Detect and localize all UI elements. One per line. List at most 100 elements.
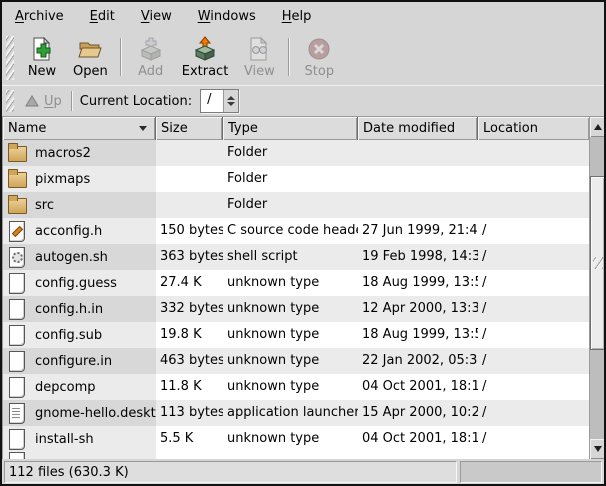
file-size: 11.8 K <box>156 374 223 400</box>
file-name: acconfig.h <box>35 224 102 239</box>
file-size: 19.8 K <box>156 322 223 348</box>
new-archive-icon <box>29 36 55 62</box>
combo-up-arrow-icon <box>227 96 235 100</box>
table-row[interactable]: config.guess 27.4 K unknown type 18 Aug … <box>3 270 589 296</box>
file-date-modified <box>358 192 478 218</box>
table-row[interactable]: configure.in 463 bytes unknown type 22 J… <box>3 348 589 374</box>
scroll-down-button[interactable] <box>590 439 605 459</box>
toolbar: New Open Add <box>2 30 604 86</box>
view-button: View <box>235 33 283 81</box>
file-size <box>156 166 223 192</box>
location-bar-drag-handle[interactable] <box>6 90 14 112</box>
table-row[interactable]: acconfig.h 150 bytes C source code heade… <box>3 218 589 244</box>
file-size: 5.5 K <box>156 426 223 452</box>
file-type: application launcher <box>223 400 358 426</box>
menu-edit[interactable]: Edit <box>81 5 124 28</box>
file-location: / <box>478 270 589 296</box>
view-file-icon <box>246 36 272 62</box>
file-type: Folder <box>223 192 358 218</box>
up-button: Up <box>20 92 67 111</box>
file-location: / <box>478 426 589 452</box>
scroll-up-icon <box>594 124 602 130</box>
table-row[interactable]: gnome-hello.desktop 113 bytes applicatio… <box>3 400 589 426</box>
scroll-down-icon <box>594 446 602 452</box>
location-bar-separator <box>71 91 73 111</box>
menu-view[interactable]: View <box>132 5 181 28</box>
file-date-modified <box>358 166 478 192</box>
file-size <box>156 192 223 218</box>
column-header-date-modified[interactable]: Date modified <box>358 117 478 140</box>
table-row[interactable]: config.sub 19.8 K unknown type 18 Aug 19… <box>3 322 589 348</box>
location-combo-entry[interactable]: / <box>201 90 223 112</box>
file-size: 27.4 K <box>156 270 223 296</box>
file-type: C source code header <box>223 218 358 244</box>
toolbar-drag-handle[interactable] <box>6 36 14 80</box>
file-icon <box>7 221 27 241</box>
file-type: unknown type <box>223 374 358 400</box>
extract-button[interactable]: Extract <box>175 33 236 81</box>
file-name: macros2 <box>35 146 91 161</box>
file-type: unknown type <box>223 296 358 322</box>
file-date-modified: 22 Jan 2002, 05:35 <box>358 348 478 374</box>
file-size: 463 bytes <box>156 348 223 374</box>
table-row[interactable]: autogen.sh 363 bytes shell script 19 Feb… <box>3 244 589 270</box>
file-type: unknown type <box>223 270 358 296</box>
table-row[interactable]: src Folder <box>3 192 589 218</box>
file-date-modified: 04 Oct 2001, 18:12 <box>358 374 478 400</box>
column-header-name[interactable]: Name <box>3 117 156 140</box>
table-row[interactable]: install-sh 5.5 K unknown type 04 Oct 200… <box>3 426 589 452</box>
location-bar: Up Current Location: / <box>2 86 604 116</box>
location-combo: / <box>200 89 239 113</box>
file-location: / <box>478 218 589 244</box>
combo-dropdown-button[interactable] <box>223 90 238 112</box>
file-location: / <box>478 400 589 426</box>
add-button: Add <box>127 33 175 81</box>
menu-help[interactable]: Help <box>273 5 321 28</box>
menu-archive[interactable]: Archive <box>6 5 73 28</box>
file-size: 332 bytes <box>156 296 223 322</box>
table-row[interactable]: macros2 Folder <box>3 140 589 166</box>
table-row[interactable]: pixmaps Folder <box>3 166 589 192</box>
file-date-modified: 18 Aug 1999, 13:53 <box>358 270 478 296</box>
menu-windows[interactable]: Windows <box>189 5 265 28</box>
file-name: config.sub <box>35 328 102 343</box>
file-location <box>478 166 589 192</box>
scrollbar-thumb[interactable] <box>590 176 605 350</box>
file-icon <box>7 377 27 397</box>
file-type: unknown type <box>223 426 358 452</box>
file-size: 113 bytes <box>156 400 223 426</box>
file-date-modified: 15 Apr 2000, 10:21 <box>358 400 478 426</box>
table-row[interactable]: depcomp 11.8 K unknown type 04 Oct 2001,… <box>3 374 589 400</box>
menu-bar: Archive Edit View Windows Help <box>2 2 604 30</box>
scrollbar-trough[interactable] <box>590 137 605 439</box>
new-button[interactable]: New <box>18 33 66 81</box>
file-location <box>478 140 589 166</box>
file-date-modified: 18 Aug 1999, 13:53 <box>358 322 478 348</box>
file-name: pixmaps <box>35 172 90 187</box>
open-button[interactable]: Open <box>66 33 115 81</box>
file-date-modified: 04 Oct 2001, 18:12 <box>358 426 478 452</box>
file-name: autogen.sh <box>35 250 108 265</box>
file-icon <box>7 273 27 293</box>
file-date-modified: 27 Jun 1999, 21:49 <box>358 218 478 244</box>
scroll-up-button[interactable] <box>590 117 605 137</box>
file-location: / <box>478 374 589 400</box>
file-rows: macros2 Folder pixmaps Folder <box>3 140 589 459</box>
file-icon <box>7 429 27 449</box>
vertical-scrollbar <box>589 117 605 459</box>
file-name: config.h.in <box>35 302 103 317</box>
archive-manager-window: Archive Edit View Windows Help New <box>0 0 606 486</box>
column-header-type[interactable]: Type <box>223 117 358 140</box>
file-icon <box>7 247 27 267</box>
status-secondary-panel <box>460 461 602 483</box>
file-location: / <box>478 348 589 374</box>
extract-icon <box>192 36 218 62</box>
column-header-location[interactable]: Location <box>478 117 589 140</box>
column-header-size[interactable]: Size <box>156 117 223 140</box>
add-files-icon <box>138 36 164 62</box>
file-name: src <box>35 198 54 213</box>
table-row[interactable]: config.h.in 332 bytes unknown type 12 Ap… <box>3 296 589 322</box>
stop-button: Stop <box>295 33 343 81</box>
up-arrow-icon <box>25 95 39 107</box>
toolbar-separator <box>120 38 122 76</box>
